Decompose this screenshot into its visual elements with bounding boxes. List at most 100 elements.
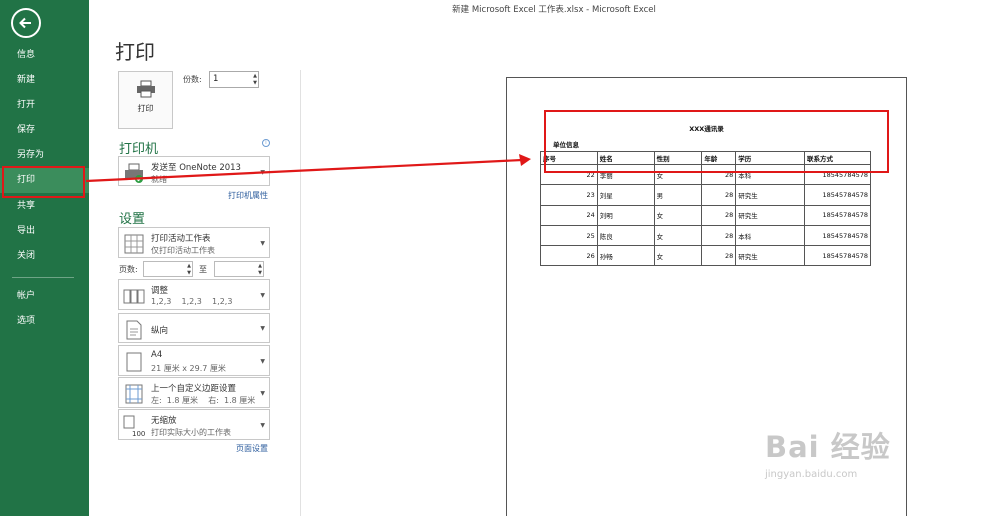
paper-size-dropdown[interactable]: A4 21 厘米 x 29.7 厘米 ▼ (118, 345, 270, 376)
pages-from-input[interactable]: ▲ ▼ (143, 261, 193, 277)
print-what-subtitle: 仅打印活动工作表 (151, 246, 215, 255)
spin-up-icon[interactable]: ▲ (258, 263, 262, 269)
watermark-url: jingyan.baidu.com (765, 469, 858, 480)
nav-item-account[interactable]: 帐户 (0, 284, 89, 309)
print-what-dropdown[interactable]: 打印活动工作表 仅打印活动工作表 ▼ (118, 227, 270, 258)
margins-title: 上一个自定义边距设置 (151, 384, 237, 394)
back-button[interactable] (11, 8, 41, 38)
copies-label: 份数: (183, 75, 202, 84)
table-row: 24 刘明 女 28 研究生 18545784578 (540, 204, 871, 226)
annotation-box-print-nav (2, 166, 85, 198)
table-cell: 25 (540, 224, 598, 247)
spin-down-icon[interactable]: ▼ (258, 270, 262, 276)
back-arrow-icon (19, 17, 31, 29)
table-cell: 28 (701, 184, 737, 206)
panel-divider (300, 70, 301, 516)
nav-item-options[interactable]: 选项 (0, 309, 89, 334)
table-cell: 研究生 (735, 204, 806, 226)
pages-to-label: 至 (199, 265, 207, 274)
copies-value: 1 (213, 74, 219, 84)
collate-title: 调整 (151, 286, 169, 296)
scaling-icon: 100 (123, 414, 145, 438)
margins-icon (123, 382, 145, 406)
printer-name: 发送至 OneNote 2013 (151, 163, 241, 173)
table-cell: 28 (701, 245, 737, 267)
margins-subtitle: 左: 1.8 厘米 右: 1.8 厘米 (151, 396, 256, 405)
chevron-down-icon: ▼ (260, 169, 265, 176)
print-button[interactable]: 打印 (118, 71, 173, 129)
table-cell: 18545784578 (804, 204, 871, 226)
table-row: 23 刘星 男 28 研究生 18545784578 (540, 184, 871, 206)
svg-text:100: 100 (132, 430, 145, 437)
chevron-down-icon: ▼ (260, 422, 265, 429)
table-cell: 女 (653, 224, 703, 247)
orientation-title: 纵向 (151, 326, 169, 336)
chevron-down-icon: ▼ (260, 292, 265, 299)
table-cell: 女 (653, 204, 703, 226)
scaling-dropdown[interactable]: 100 无缩放 打印实际大小的工作表 ▼ (118, 409, 270, 440)
collate-dropdown[interactable]: 调整 1,2,3 1,2,3 1,2,3 ▼ (118, 279, 270, 310)
table-cell: 女 (653, 245, 703, 267)
nav-item-save-as[interactable]: 另存为 (0, 143, 89, 168)
table-cell: 刘明 (596, 204, 655, 226)
nav-divider (12, 277, 74, 278)
spin-up-icon[interactable]: ▲ (253, 73, 257, 79)
collate-subtitle: 1,2,3 1,2,3 1,2,3 (151, 297, 233, 306)
spin-down-icon[interactable]: ▼ (187, 270, 191, 276)
settings-heading: 设置 (119, 212, 146, 227)
margins-dropdown[interactable]: 上一个自定义边距设置 左: 1.8 厘米 右: 1.8 厘米 ▼ (118, 377, 270, 408)
table-cell: 研究生 (735, 184, 806, 206)
watermark-brand: Bai 经验 (765, 430, 891, 464)
table-cell: 24 (540, 204, 598, 226)
printer-status: 就绪 (151, 175, 167, 184)
printer-icon (136, 80, 155, 98)
table-cell: 26 (540, 245, 598, 267)
info-icon[interactable]: i (262, 139, 270, 147)
table-cell: 23 (540, 184, 598, 206)
paper-size-subtitle: 21 厘米 x 29.7 厘米 (151, 364, 226, 373)
printer-heading: 打印机 (119, 142, 159, 157)
collate-icon (123, 284, 145, 308)
scaling-subtitle: 打印实际大小的工作表 (151, 428, 231, 437)
nav-item-close[interactable]: 关闭 (0, 244, 89, 269)
table-cell: 陈良 (596, 224, 655, 247)
printer-properties-link[interactable]: 打印机属性 (228, 190, 268, 201)
pages-label: 页数: (119, 265, 138, 274)
table-row: 25 陈良 女 28 本科 18545784578 (540, 224, 871, 247)
nav-item-info[interactable]: 信息 (0, 43, 89, 68)
nav-item-new[interactable]: 新建 (0, 68, 89, 93)
table-cell: 男 (653, 184, 703, 206)
page-title: 打印 (115, 40, 155, 64)
table-cell: 刘星 (596, 184, 655, 206)
scaling-title: 无缩放 (151, 416, 177, 426)
table-cell: 18545784578 (804, 245, 871, 267)
table-cell: 18545784578 (804, 224, 871, 247)
paper-size-title: A4 (151, 350, 163, 360)
chevron-down-icon: ▼ (260, 358, 265, 365)
copies-input[interactable]: 1 ▲ ▼ (209, 71, 259, 88)
chevron-down-icon: ▼ (260, 390, 265, 397)
watermark-logo: Bai 经验 jingyan.baidu.com (765, 424, 891, 480)
printer-dropdown[interactable]: 发送至 OneNote 2013 就绪 ▼ (118, 156, 270, 186)
table-cell: 本科 (735, 224, 806, 247)
spin-up-icon[interactable]: ▲ (187, 263, 191, 269)
printer-device-icon (123, 161, 145, 185)
table-cell: 研究生 (735, 245, 806, 267)
annotation-box-table-header (544, 110, 889, 173)
window-title: 新建 Microsoft Excel 工作表.xlsx - Microsoft … (452, 5, 656, 15)
table-cell: 28 (701, 224, 737, 247)
chevron-down-icon: ▼ (260, 325, 265, 332)
chevron-down-icon: ▼ (260, 240, 265, 247)
nav-item-save[interactable]: 保存 (0, 118, 89, 143)
spin-down-icon[interactable]: ▼ (253, 80, 257, 86)
nav-item-export[interactable]: 导出 (0, 219, 89, 244)
nav-item-open[interactable]: 打开 (0, 93, 89, 118)
pages-to-input[interactable]: ▲ ▼ (214, 261, 264, 277)
table-cell: 18545784578 (804, 184, 871, 206)
table-cell: 28 (701, 204, 737, 226)
backstage-nav: 信息 新建 打开 保存 另存为 打印 共享 导出 关闭 帐户 选项 (0, 0, 89, 516)
page-setup-link[interactable]: 页面设置 (236, 443, 268, 454)
orientation-dropdown[interactable]: 纵向 ▼ (118, 313, 270, 343)
print-button-label: 打印 (137, 104, 154, 113)
table-cell: 孙畅 (596, 245, 655, 267)
